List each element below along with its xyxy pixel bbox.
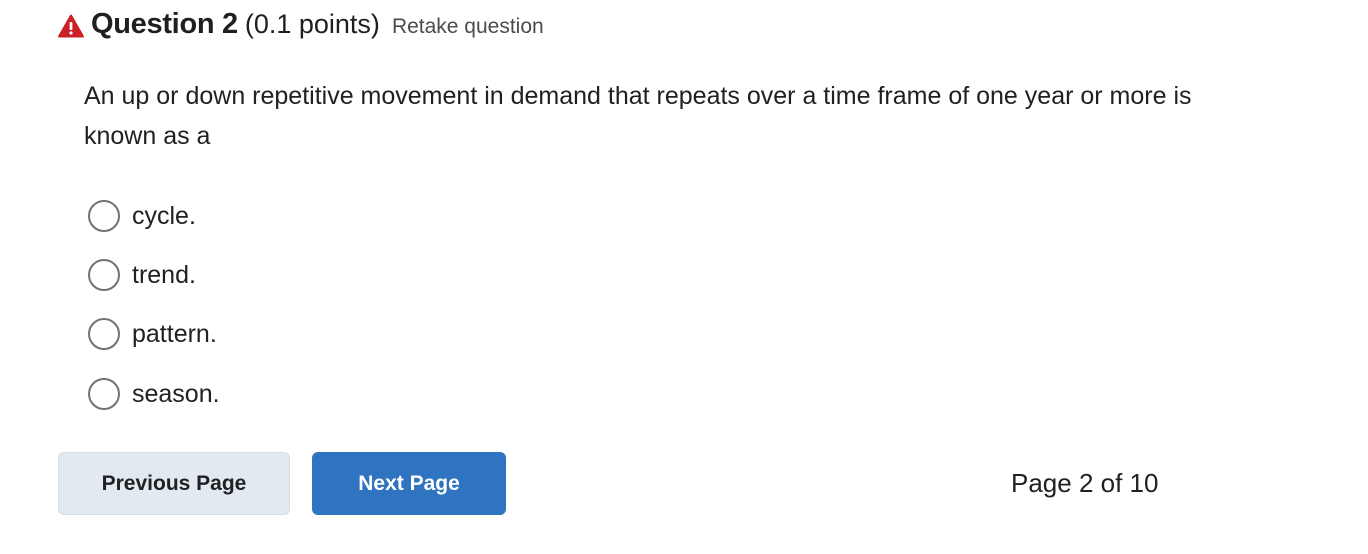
radio-button[interactable] xyxy=(88,200,120,232)
question-points: (0.1 points) xyxy=(244,9,380,39)
page-indicator: Page 2 of 10 xyxy=(1011,468,1159,498)
retake-question-label: Retake question xyxy=(391,15,544,38)
radio-button[interactable] xyxy=(88,259,120,291)
answer-option-season[interactable]: season. xyxy=(88,374,220,414)
question-header: Question 2 (0.1 points) Retake question xyxy=(58,8,544,41)
answer-option-cycle[interactable]: cycle. xyxy=(88,196,196,236)
answer-option-label: season. xyxy=(132,379,220,408)
previous-page-button[interactable]: Previous Page xyxy=(58,452,290,515)
warning-triangle-icon xyxy=(58,14,84,38)
question-text: An up or down repetitive movement in dem… xyxy=(84,82,1192,150)
radio-button[interactable] xyxy=(88,318,120,350)
question-title: Question 2 xyxy=(91,8,238,40)
next-page-button[interactable]: Next Page xyxy=(312,452,506,515)
answer-option-label: trend. xyxy=(132,260,196,289)
answer-option-label: cycle. xyxy=(132,201,196,230)
answer-option-label: pattern. xyxy=(132,319,217,348)
answer-option-trend[interactable]: trend. xyxy=(88,255,196,295)
answer-option-pattern[interactable]: pattern. xyxy=(88,314,217,354)
radio-button[interactable] xyxy=(88,378,120,410)
